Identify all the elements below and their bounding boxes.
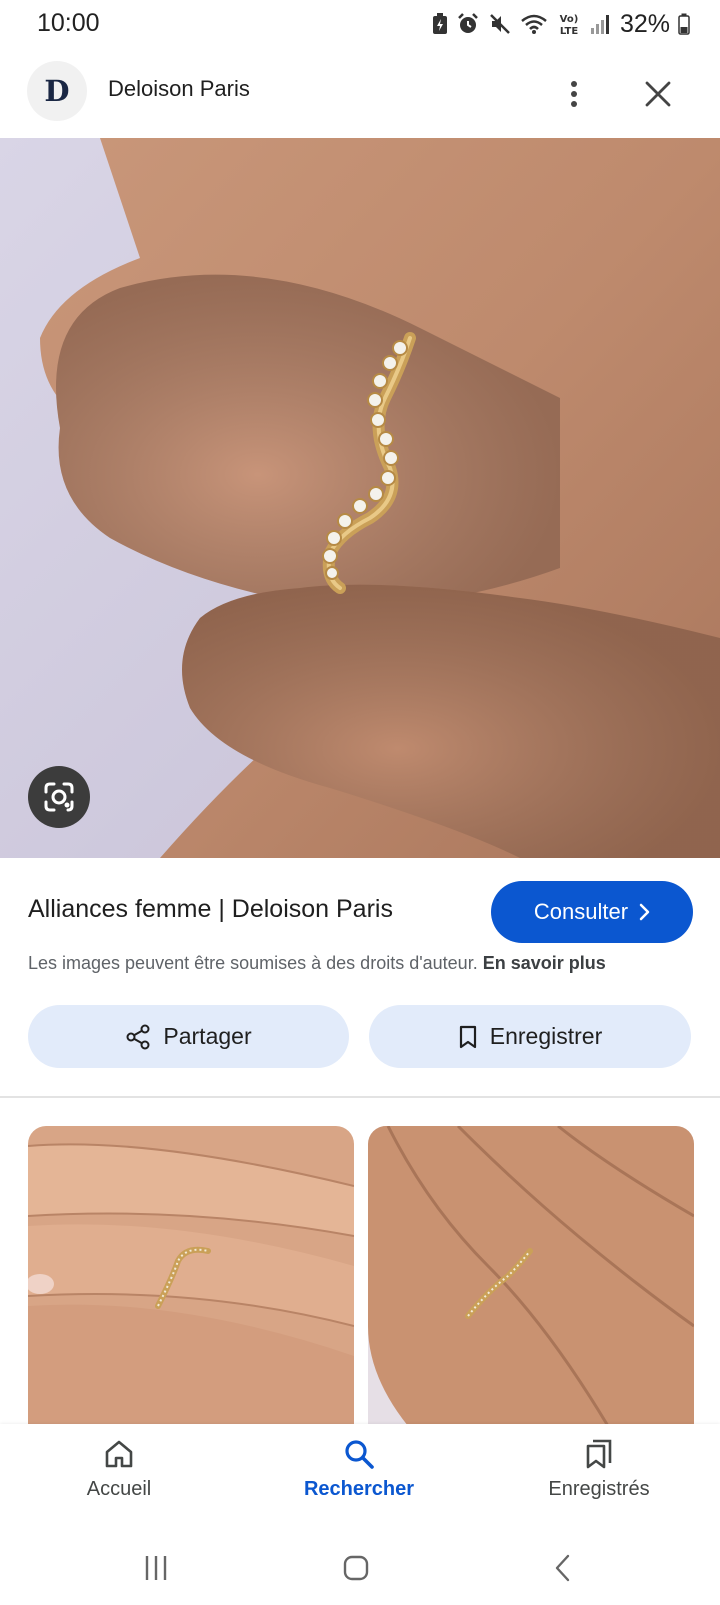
site-logo[interactable]: D bbox=[27, 61, 87, 121]
main-image[interactable] bbox=[0, 138, 720, 858]
google-lens-button[interactable] bbox=[28, 766, 90, 828]
recent-apps-icon bbox=[145, 1556, 167, 1580]
save-button[interactable]: Enregistrer bbox=[369, 1005, 691, 1068]
home-button[interactable] bbox=[334, 1548, 378, 1588]
close-icon bbox=[645, 81, 671, 107]
ring-on-hand-photo bbox=[0, 138, 720, 858]
divider bbox=[0, 1096, 720, 1098]
battery-percent: 32% bbox=[619, 9, 670, 38]
save-button-label: Enregistrer bbox=[489, 1023, 603, 1049]
signal-icon bbox=[590, 15, 609, 34]
chevron-right-icon bbox=[639, 903, 650, 921]
back-icon bbox=[555, 1554, 570, 1582]
share-icon bbox=[126, 1024, 150, 1049]
status-icons: Vo) LTE 32% bbox=[432, 8, 690, 40]
share-button[interactable]: Partager bbox=[28, 1005, 349, 1068]
status-bar: 10:00 Vo) LTE 32% bbox=[0, 0, 720, 48]
search-icon bbox=[345, 1440, 374, 1469]
close-button[interactable] bbox=[634, 70, 682, 118]
nav-saved[interactable]: Enregistrés bbox=[509, 1438, 689, 1501]
more-vert-icon bbox=[571, 81, 577, 107]
volte-icon: Vo)LTE bbox=[560, 14, 579, 37]
nav-search-label: Rechercher bbox=[303, 1478, 415, 1500]
alarm-icon bbox=[458, 13, 478, 33]
site-name[interactable]: Deloison Paris bbox=[108, 76, 250, 102]
recent-apps-button[interactable] bbox=[136, 1548, 176, 1588]
nav-home-label: Accueil bbox=[86, 1478, 152, 1500]
nav-search[interactable]: Rechercher bbox=[269, 1438, 449, 1501]
visit-button-label: Consulter bbox=[533, 899, 629, 924]
home-square-icon bbox=[343, 1555, 369, 1581]
share-button-label: Partager bbox=[163, 1023, 252, 1049]
status-time: 10:00 bbox=[37, 9, 100, 37]
svg-text:Vo): Vo) bbox=[560, 14, 579, 25]
result-title[interactable]: Alliances femme | Deloison Paris bbox=[28, 895, 393, 924]
battery-saver-icon bbox=[432, 13, 447, 34]
related-image-2[interactable] bbox=[368, 1126, 694, 1426]
home-icon bbox=[105, 1440, 133, 1468]
bottom-navigation: Accueil Rechercher Enregistrés bbox=[0, 1424, 720, 1534]
more-options-button[interactable] bbox=[550, 70, 598, 118]
battery-icon bbox=[678, 13, 690, 35]
bookmark-icon bbox=[459, 1025, 476, 1048]
visit-button[interactable]: Consulter bbox=[491, 881, 693, 943]
svg-text:LTE: LTE bbox=[560, 26, 579, 37]
related-photo-1 bbox=[28, 1126, 354, 1426]
lens-icon bbox=[44, 782, 74, 812]
related-image-1[interactable] bbox=[28, 1126, 354, 1426]
learn-more-link[interactable]: En savoir plus bbox=[483, 953, 606, 973]
nav-saved-label: Enregistrés bbox=[548, 1478, 650, 1500]
system-navigation bbox=[0, 1534, 720, 1605]
collections-icon bbox=[586, 1439, 612, 1469]
related-photo-2 bbox=[368, 1126, 694, 1426]
back-button[interactable] bbox=[542, 1548, 582, 1588]
wifi-icon bbox=[521, 14, 547, 34]
copyright-notice: Les images peuvent être soumises à des d… bbox=[28, 953, 606, 974]
site-header: D Deloison Paris bbox=[0, 48, 720, 138]
nav-home[interactable]: Accueil bbox=[29, 1438, 209, 1501]
mute-icon bbox=[490, 14, 510, 34]
site-logo-letter: D bbox=[44, 74, 70, 108]
copyright-text: Les images peuvent être soumises à des d… bbox=[28, 953, 478, 973]
